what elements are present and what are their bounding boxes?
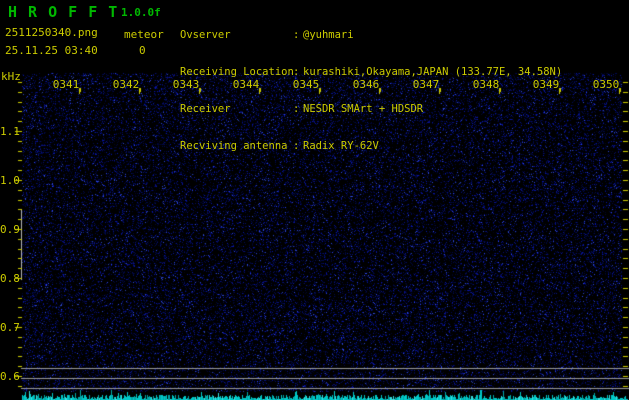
hrofft-output-image: H R O F F T 1.0.0f 2511250340.png meteor… [0, 0, 629, 400]
app-title: H R O F F T [8, 3, 118, 21]
y-axis-unit-label: kHz [1, 70, 21, 83]
meteor-count-value: 0 [139, 44, 146, 57]
y-tick-label-1.0: 1.0 [0, 174, 16, 187]
info-label: Recviving antenna [180, 140, 293, 152]
output-filename: 2511250340.png [5, 26, 98, 39]
y-tick-label-0.6: 0.6 [0, 370, 16, 383]
time-label-0348: 0348 [456, 78, 516, 91]
info-row-antenna: Recviving antenna: Radix RY-62V [180, 140, 562, 152]
info-value: kurashiki,Okayama,JAPAN (133.77E, 34.58N… [303, 66, 562, 78]
app-version: 1.0.0f [121, 6, 161, 19]
info-label: Receiving Location [180, 66, 293, 78]
time-label-0347: 0347 [396, 78, 456, 91]
time-label-0341: 0341 [36, 78, 96, 91]
time-label-0350: 0350 [576, 78, 629, 91]
time-label-0342: 0342 [96, 78, 156, 91]
info-colon: : [293, 29, 303, 41]
info-colon: : [293, 140, 303, 152]
info-value: @yuhmari [303, 29, 354, 41]
info-row-location: Receiving Location: kurashiki,Okayama,JAP… [180, 66, 562, 78]
time-label-0344: 0344 [216, 78, 276, 91]
y-tick-label-0.8: 0.8 [0, 272, 16, 285]
time-label-0345: 0345 [276, 78, 336, 91]
meteor-counter-label: meteor [124, 28, 164, 41]
info-row-observer: Ovserver: @yuhmari [180, 29, 562, 41]
observation-datetime: 25.11.25 03:40 [5, 44, 98, 57]
info-value: NESDR SMArt + HDSDR [303, 103, 423, 115]
info-colon: : [293, 103, 303, 115]
info-row-receiver: Receiver: NESDR SMArt + HDSDR [180, 103, 562, 115]
y-tick-label-1.1: 1.1 [0, 125, 16, 138]
time-label-0343: 0343 [156, 78, 216, 91]
info-label: Ovserver [180, 29, 293, 41]
time-label-0346: 0346 [336, 78, 396, 91]
info-value: Radix RY-62V [303, 140, 379, 152]
info-label: Receiver [180, 103, 293, 115]
info-colon: : [293, 66, 303, 78]
y-tick-label-0.9: 0.9 [0, 223, 16, 236]
time-label-0349: 0349 [516, 78, 576, 91]
y-tick-label-0.7: 0.7 [0, 321, 16, 334]
